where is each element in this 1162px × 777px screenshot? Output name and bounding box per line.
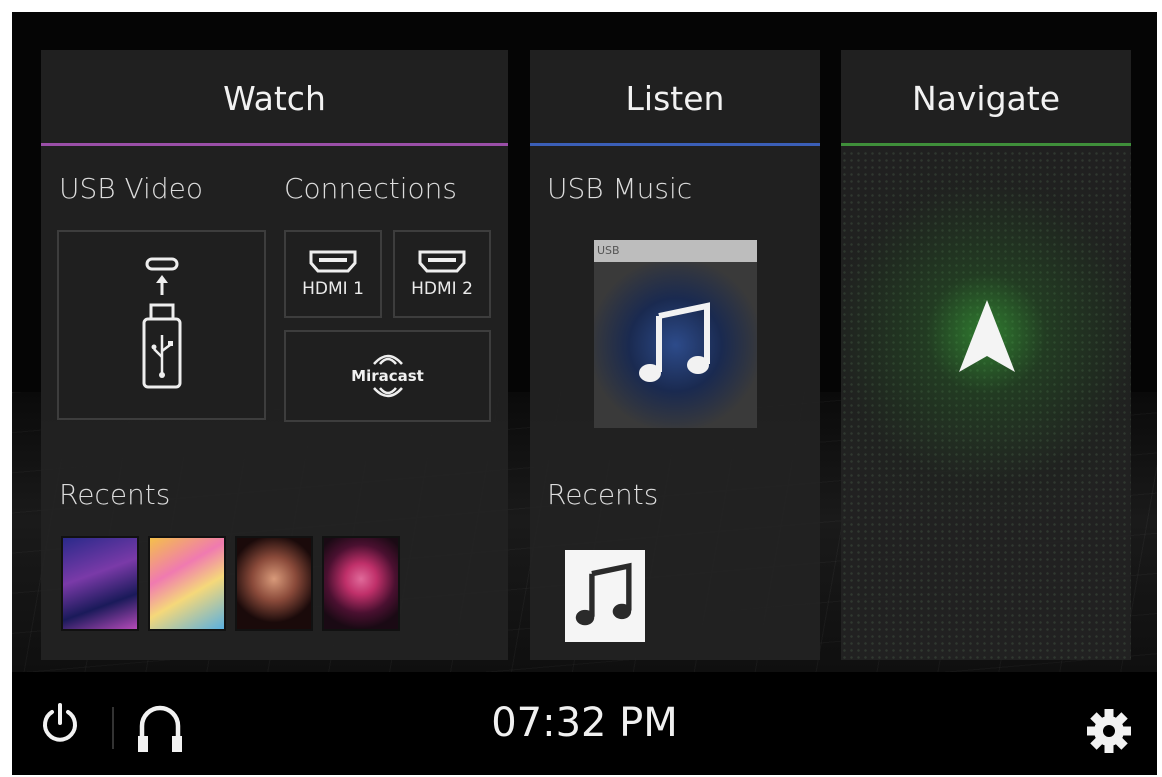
connections-label: Connections [284,172,458,205]
usb-music-label: USB Music [547,172,693,205]
miracast-wave-bottom-icon [372,387,403,398]
hdmi2-label: HDMI 2 [411,279,473,299]
listen-recents-label: Recents [547,478,659,511]
gear-icon[interactable] [1086,708,1132,754]
video-thumbnail-3[interactable] [235,536,313,631]
hdmi1-label: HDMI 1 [302,279,364,299]
usb-video-tile[interactable] [57,230,266,420]
hdmi2-tile[interactable]: HDMI 2 [393,230,491,318]
usb-video-label: USB Video [59,172,203,205]
navigate-panel[interactable]: Navigate [841,50,1131,660]
usb-music-art [594,262,757,428]
watch-recents-label: Recents [59,478,171,511]
video-thumbnail-4[interactable] [322,536,400,631]
video-thumbnail-2[interactable] [148,536,226,631]
navigation-map-grid [841,150,1131,660]
usb-tag: USB [594,240,757,262]
listen-title: Listen [625,78,725,118]
usb-music-tile[interactable]: USB [594,240,757,428]
bottom-bar: 07:32 PM [12,672,1157,775]
hdmi-port-icon [309,250,357,273]
hdmi1-tile[interactable]: HDMI 1 [284,230,382,318]
infotainment-screen: Watch USB Video Connections HDMI 1 HDMI … [12,12,1157,775]
clock: 07:32 PM [491,700,678,746]
navigate-title: Navigate [911,78,1061,118]
watch-accent-line [41,143,508,146]
music-note-icon [575,562,632,626]
navigation-arrow-icon [959,300,1015,372]
music-note-icon [638,302,710,382]
watch-header[interactable]: Watch [41,50,508,146]
navigate-accent-line [841,143,1131,146]
recent-music-tile[interactable] [565,550,645,642]
listen-accent-line [530,143,820,146]
miracast-wave-top-icon [372,354,403,365]
video-thumbnail-1[interactable] [61,536,139,631]
listen-header[interactable]: Listen [530,50,820,146]
miracast-label: Miracast [351,367,424,385]
watch-panel: Watch USB Video Connections HDMI 1 HDMI … [41,50,508,660]
hdmi-port-icon [418,250,466,273]
navigate-header[interactable]: Navigate [841,50,1131,146]
miracast-tile[interactable]: Miracast [284,330,491,422]
listen-panel: Listen USB Music USB Recents [530,50,820,660]
watch-title: Watch [223,78,326,118]
usb-drive-icon [142,257,181,389]
